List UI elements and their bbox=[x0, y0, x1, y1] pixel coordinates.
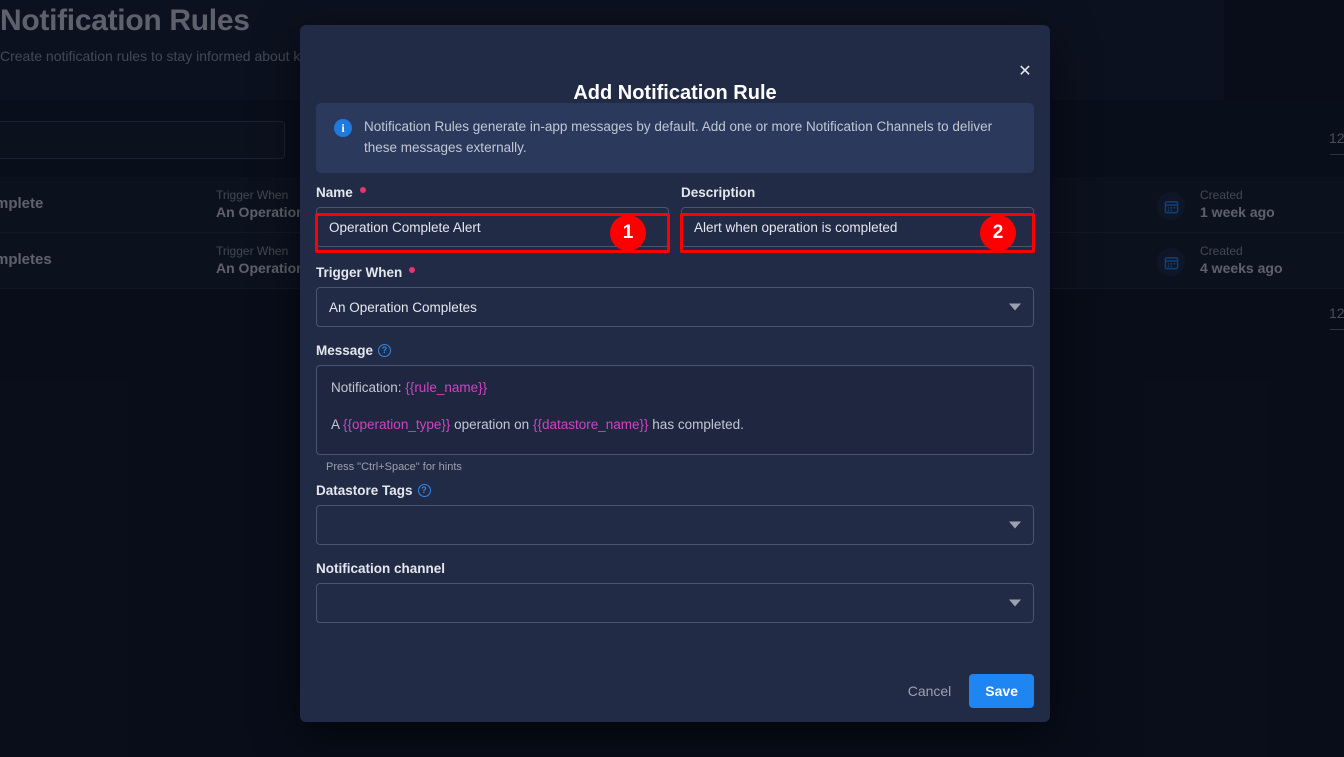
message-line2-c: has completed. bbox=[648, 416, 744, 432]
dialog-footer: Cancel Save bbox=[908, 674, 1034, 708]
notification-channel-field-group: Notification channel bbox=[316, 561, 1034, 623]
dialog-title: Add Notification Rule bbox=[573, 82, 777, 104]
name-input[interactable]: Operation Complete Alert bbox=[316, 207, 669, 247]
message-hint: Press "Ctrl+Space" for hints bbox=[326, 461, 462, 473]
message-textarea[interactable]: Notification: {{rule_name}} A {{operatio… bbox=[316, 365, 1034, 455]
chevron-down-icon bbox=[1009, 521, 1021, 529]
message-line2-variable-1: {{operation_type}} bbox=[343, 416, 451, 432]
save-button[interactable]: Save bbox=[969, 674, 1034, 708]
message-line2-b: operation on bbox=[450, 416, 533, 432]
notification-channel-select[interactable] bbox=[316, 583, 1034, 623]
description-label-wrap: Description bbox=[681, 185, 1034, 200]
datastore-tags-field-group: Datastore Tags ? bbox=[316, 483, 1034, 545]
question-mark-icon[interactable]: ? bbox=[378, 344, 392, 357]
cancel-button[interactable]: Cancel bbox=[908, 683, 952, 699]
name-label-wrap: Name bbox=[316, 185, 669, 200]
name-field-group: Name Operation Complete Alert bbox=[316, 185, 669, 247]
required-indicator-icon bbox=[359, 186, 366, 193]
message-line1-variable: {{rule_name}} bbox=[405, 380, 488, 395]
message-line2-variable-2: {{datastore_name}} bbox=[532, 416, 649, 432]
trigger-when-select[interactable]: An Operation Completes bbox=[316, 287, 1034, 327]
trigger-when-label: Trigger When bbox=[316, 265, 403, 280]
message-line-1: Notification: {{rule_name}} bbox=[331, 378, 1019, 398]
chevron-down-icon bbox=[1009, 599, 1021, 607]
question-mark-icon[interactable]: ? bbox=[417, 484, 431, 497]
datastore-tags-select[interactable] bbox=[316, 505, 1034, 545]
notification-rule-form: Name Operation Complete Alert Descriptio… bbox=[316, 185, 1034, 623]
trigger-when-value: An Operation Completes bbox=[329, 299, 477, 315]
description-field-group: Description Alert when operation is comp… bbox=[681, 185, 1034, 247]
info-banner-text: Notification Rules generate in-app messa… bbox=[364, 119, 993, 155]
message-field-group: Message ? Notification: {{rule_name}} A … bbox=[316, 343, 1034, 473]
description-input[interactable]: Alert when operation is completed bbox=[681, 207, 1034, 247]
info-banner: i Notification Rules generate in-app mes… bbox=[316, 103, 1034, 173]
name-label: Name bbox=[316, 185, 353, 200]
info-icon: i bbox=[334, 119, 352, 137]
required-indicator-icon bbox=[409, 266, 416, 273]
notification-channel-label: Notification channel bbox=[316, 561, 446, 576]
add-notification-rule-dialog: ✕ Add Notification Rule i Notification R… bbox=[300, 25, 1050, 722]
message-label: Message bbox=[316, 343, 374, 358]
trigger-when-field-group: Trigger When An Operation Completes bbox=[316, 265, 1034, 327]
message-line1-prefix: Notification: bbox=[331, 380, 406, 395]
description-input-value: Alert when operation is completed bbox=[694, 219, 898, 235]
message-line2-a: A bbox=[331, 416, 344, 432]
message-line-2: A {{operation_type}} operation on {{data… bbox=[331, 415, 1019, 435]
notification-channel-label-wrap: Notification channel bbox=[316, 561, 1034, 576]
name-description-row: Name Operation Complete Alert Descriptio… bbox=[316, 185, 1034, 247]
close-icon[interactable]: ✕ bbox=[1012, 58, 1038, 84]
chevron-down-icon bbox=[1009, 303, 1021, 311]
description-label: Description bbox=[681, 185, 756, 200]
name-input-value: Operation Complete Alert bbox=[329, 219, 481, 235]
message-label-wrap: Message ? bbox=[316, 343, 1034, 358]
datastore-tags-label: Datastore Tags bbox=[316, 483, 413, 498]
trigger-when-label-wrap: Trigger When bbox=[316, 265, 1034, 280]
datastore-tags-label-wrap: Datastore Tags ? bbox=[316, 483, 1034, 498]
